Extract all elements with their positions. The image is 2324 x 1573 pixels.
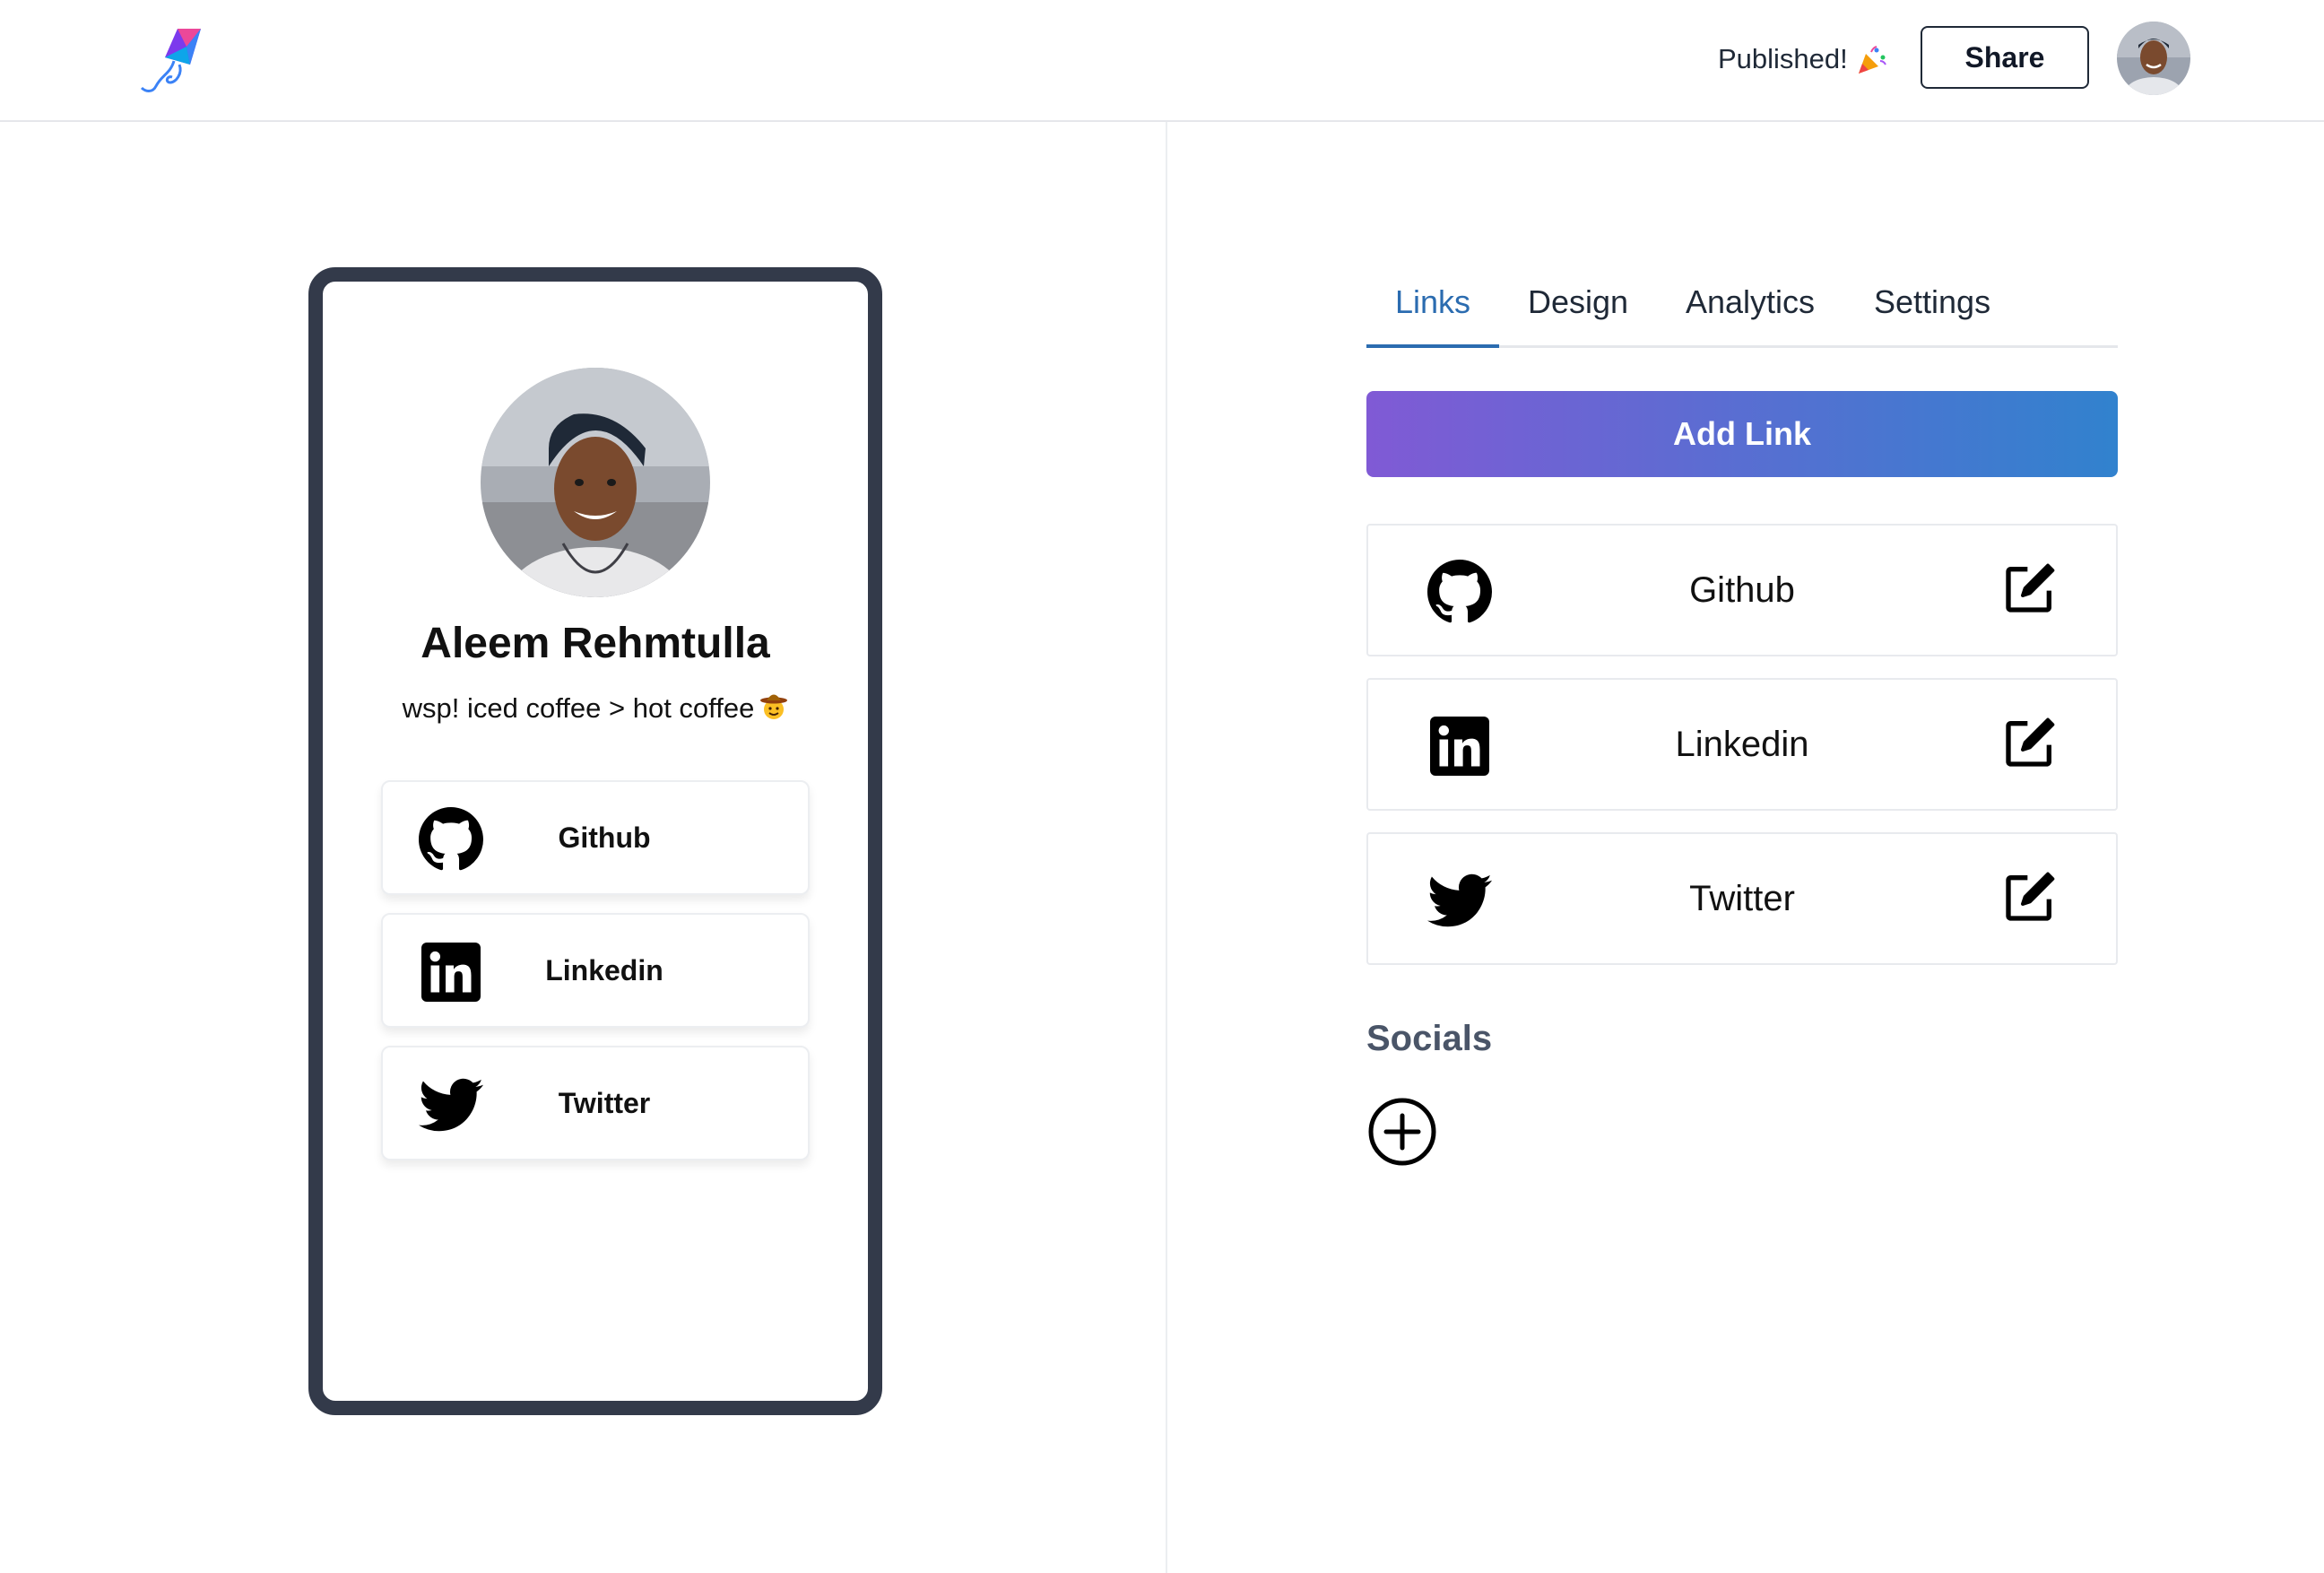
- profile-photo: [481, 368, 710, 597]
- tab-analytics[interactable]: Analytics: [1686, 283, 1815, 321]
- cowboy-face-icon: [760, 694, 788, 719]
- profile-bio-text: wsp! iced coffee > hot coffee: [402, 692, 755, 724]
- edit-icon[interactable]: [2001, 560, 2059, 617]
- add-link-button[interactable]: Add Link: [1366, 391, 2118, 477]
- tab-design[interactable]: Design: [1528, 283, 1628, 321]
- kite-logo-icon[interactable]: [134, 23, 206, 95]
- tab-settings[interactable]: Settings: [1874, 283, 1990, 321]
- share-button[interactable]: Share: [1921, 26, 2089, 89]
- profile-name: Aleem Rehmtulla: [421, 620, 770, 667]
- edit-icon[interactable]: [2001, 868, 2059, 926]
- plus-circle-icon[interactable]: [1366, 1096, 1438, 1168]
- preview-link-twitter[interactable]: Twitter: [381, 1046, 810, 1160]
- socials-heading: Socials: [1366, 1019, 1493, 1058]
- preview-link-linkedin[interactable]: Linkedin: [381, 913, 810, 1028]
- active-tab-indicator: [1366, 344, 1499, 348]
- party-popper-icon: [1858, 45, 1886, 74]
- preview-link-github[interactable]: Github: [381, 780, 810, 895]
- editor-link-twitter[interactable]: Twitter: [1366, 832, 2118, 965]
- user-avatar[interactable]: [2117, 22, 2190, 95]
- top-navbar: Published! Share: [0, 0, 2324, 122]
- editor-tabs: Links Design Analytics Settings: [1366, 269, 2118, 348]
- preview-link-label: Twitter: [558, 1086, 651, 1119]
- editor-link-linkedin[interactable]: Linkedin: [1366, 678, 2118, 811]
- preview-link-label: Github: [558, 821, 651, 854]
- panel-divider: [1166, 122, 1167, 1573]
- edit-icon[interactable]: [2001, 714, 2059, 771]
- profile-bio: wsp! iced coffee > hot coffee: [308, 692, 882, 725]
- tab-links[interactable]: Links: [1395, 283, 1470, 321]
- publish-status-text: Published!: [1718, 43, 1848, 74]
- editor-link-github[interactable]: Github: [1366, 524, 2118, 656]
- preview-link-label: Linkedin: [545, 953, 663, 986]
- publish-status: Published!: [1718, 39, 1887, 79]
